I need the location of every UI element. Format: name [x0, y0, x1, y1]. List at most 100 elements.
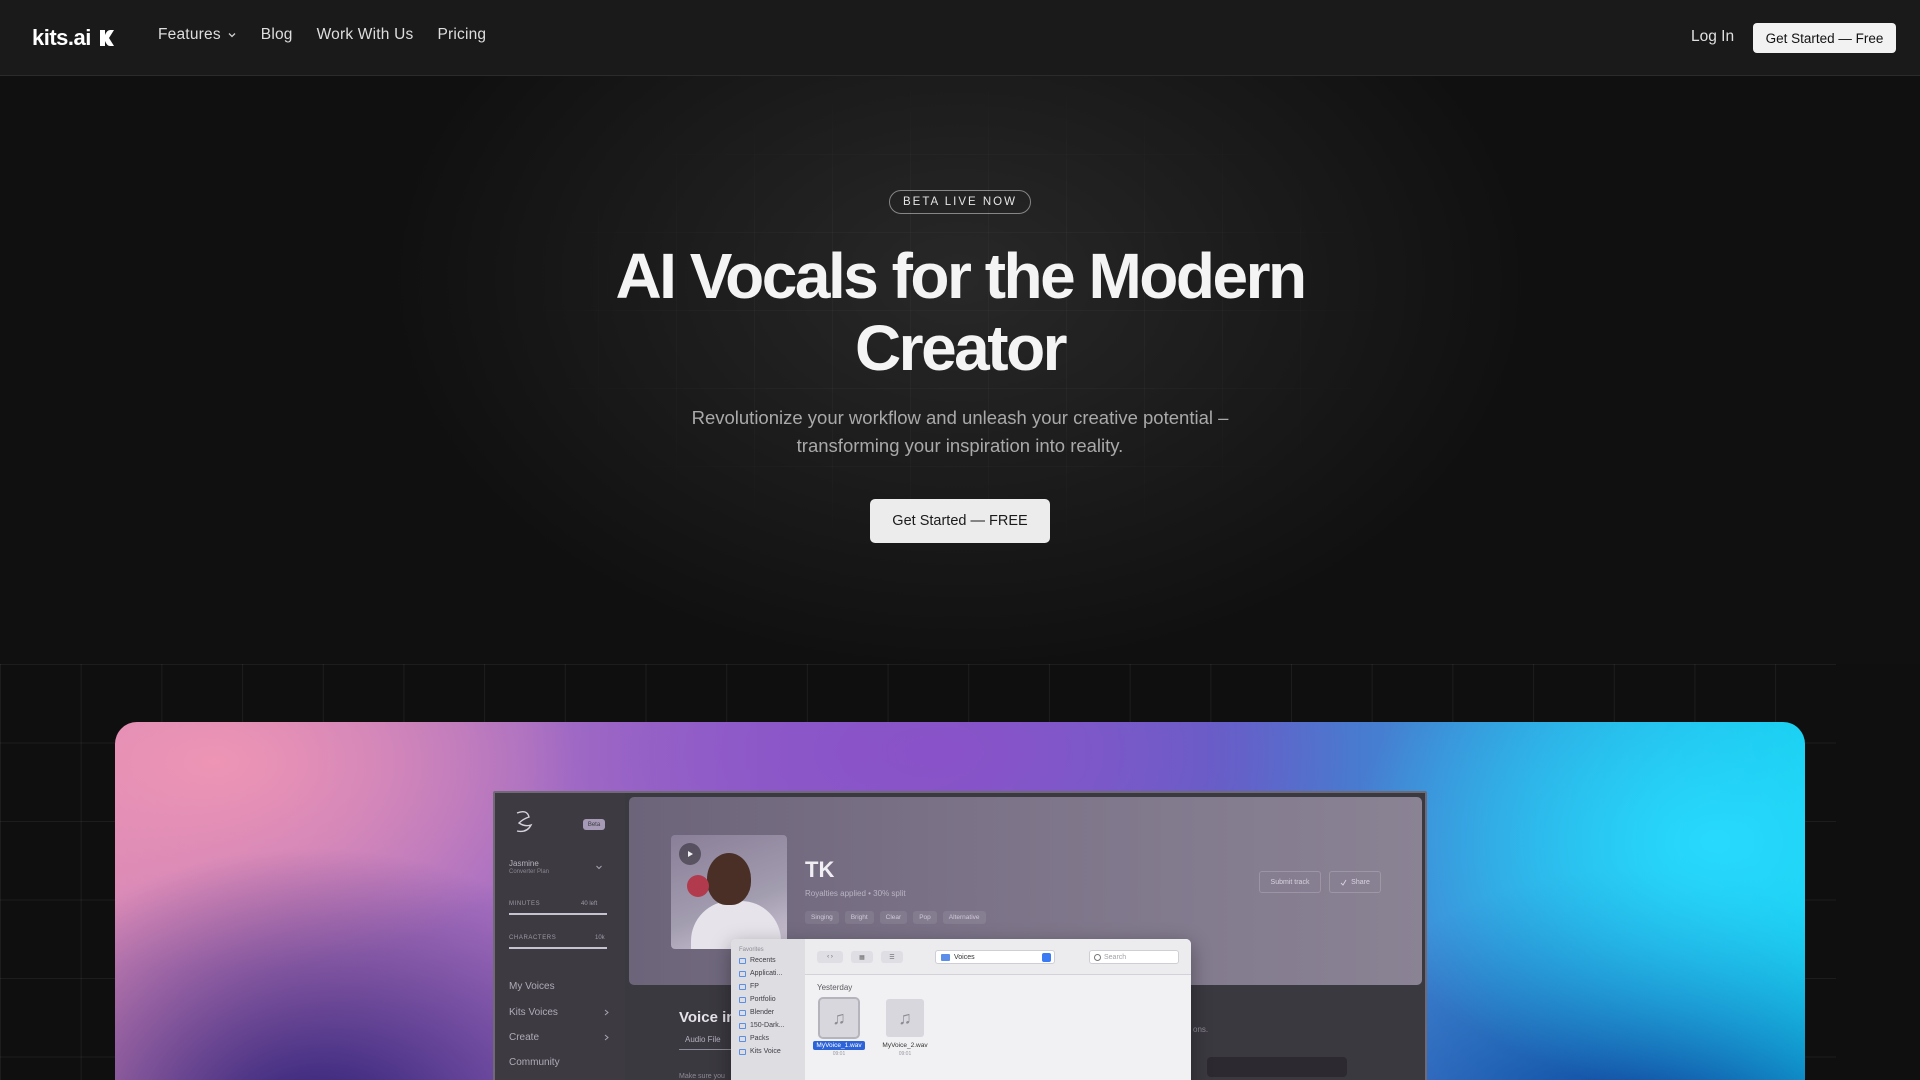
- hero-subhead-line2: transforming your inspiration into reali…: [796, 435, 1124, 456]
- app-preview-screenshot: Beta Jasmine Converter Plan MINUTES 40 l…: [493, 791, 1427, 1080]
- voice-section-title: Voice in: [679, 1009, 736, 1026]
- music-note-icon: ♫: [886, 999, 924, 1037]
- minutes-value: 40 left: [581, 901, 598, 907]
- search-placeholder: Search: [1104, 953, 1127, 961]
- finder-sidebar-item[interactable]: Portfolio: [739, 996, 776, 1003]
- share-button[interactable]: Share: [1329, 871, 1381, 893]
- nav-get-started-button[interactable]: Get Started — Free: [1753, 23, 1896, 53]
- file-time: 09:01: [898, 1051, 912, 1057]
- characters-bar: [509, 947, 607, 949]
- section-snippet: ons.: [1193, 1025, 1209, 1034]
- audio-file-tab[interactable]: Audio File: [685, 1035, 721, 1044]
- waveform: [1207, 1057, 1347, 1077]
- finder-sidebar-item[interactable]: Blender: [739, 1009, 774, 1016]
- hero-subhead: Revolutionize your workflow and unleash …: [640, 404, 1280, 460]
- file-picker-dialog: Favorites Recents Applicati... FP Portfo…: [731, 939, 1191, 1080]
- nav-link-blog[interactable]: Blog: [261, 26, 293, 44]
- tag: Alternative: [942, 911, 986, 924]
- chevron-down-icon[interactable]: [595, 863, 603, 871]
- microphone-shape: [687, 875, 709, 897]
- play-icon: [688, 851, 693, 857]
- clock-icon: [739, 957, 746, 964]
- finder-sidebar: Favorites Recents Applicati... FP Portfo…: [731, 939, 805, 1080]
- nav-links: Features Blog Work With Us Pricing: [158, 26, 486, 44]
- finder-item-label: Packs: [750, 1035, 770, 1042]
- applications-icon: [739, 970, 746, 977]
- hero-subhead-line1: Revolutionize your workflow and unleash …: [691, 407, 1229, 428]
- minutes-bar: [509, 913, 607, 915]
- arrange-button[interactable]: ☰: [881, 951, 903, 963]
- file-name: MyVoice_1.wav: [813, 1041, 865, 1050]
- side-nav-kits-voices[interactable]: Kits Voices: [509, 1007, 558, 1018]
- play-button[interactable]: [679, 843, 701, 865]
- nav-link-work-with-us[interactable]: Work With Us: [317, 26, 414, 44]
- photo-head: [707, 853, 751, 905]
- finder-item-label: FP: [750, 983, 759, 990]
- folder-icon: [739, 1009, 746, 1016]
- tag: Pop: [913, 911, 937, 924]
- chevron-right-icon: [604, 1009, 609, 1016]
- tag: Singing: [805, 911, 839, 924]
- folder-icon: [739, 996, 746, 1003]
- login-link[interactable]: Log In: [1691, 28, 1734, 46]
- side-nav-community[interactable]: Community: [509, 1057, 560, 1068]
- finder-sidebar-item[interactable]: Kits Voice: [739, 1048, 781, 1055]
- folder-name: Voices: [954, 953, 975, 961]
- logo-text: kits.ai: [32, 25, 91, 50]
- finder-item-label: 150-Dark...: [750, 1022, 785, 1029]
- nav-link-features[interactable]: Features: [158, 26, 237, 44]
- logo-link[interactable]: kits.ai: [32, 25, 115, 51]
- view-mode-button[interactable]: ▦: [851, 951, 873, 963]
- folder-popup[interactable]: Voices: [935, 950, 1055, 964]
- stepper-icon: [1042, 953, 1051, 962]
- back-forward-buttons[interactable]: ‹ ›: [817, 951, 843, 963]
- folder-icon: [739, 1048, 746, 1055]
- finder-item-label: Portfolio: [750, 996, 776, 1003]
- finder-search-input[interactable]: Search: [1089, 950, 1179, 964]
- folder-icon: [739, 1022, 746, 1029]
- side-nav-my-voices[interactable]: My Voices: [509, 981, 555, 992]
- finder-item-label: Recents: [750, 957, 776, 964]
- file-item[interactable]: ♫ MyVoice_1.wav 09:01: [813, 997, 865, 1059]
- artist-photo: [671, 835, 787, 949]
- hero-headline: AI Vocals for the Modern Creator: [460, 240, 1460, 384]
- user-name: Jasmine: [509, 859, 539, 868]
- finder-toolbar: ‹ › ▦ ☰ Voices Search: [805, 939, 1191, 975]
- favorites-title: Favorites: [739, 947, 764, 953]
- finder-sidebar-item[interactable]: Packs: [739, 1035, 769, 1042]
- artist-tags: Singing Bright Clear Pop Alternative: [805, 911, 986, 924]
- nav-link-pricing[interactable]: Pricing: [437, 26, 486, 44]
- app-logo-icon: [516, 810, 533, 833]
- tag: Bright: [844, 911, 874, 924]
- artist-name: TK: [805, 857, 835, 882]
- hero-headline-line1: AI Vocals for the Modern: [615, 240, 1307, 312]
- tag: Clear: [879, 911, 908, 924]
- finder-sidebar-item[interactable]: Recents: [739, 957, 776, 964]
- file-group-label: Yesterday: [817, 983, 853, 992]
- audio-note: Make sure you: [679, 1073, 725, 1080]
- finder-sidebar-item[interactable]: 150-Dark...: [739, 1022, 785, 1029]
- characters-label: CHARACTERS: [509, 935, 557, 941]
- hero-headline-line2: Creator: [854, 312, 1068, 384]
- finder-sidebar-item[interactable]: Applicati...: [739, 970, 782, 977]
- user-plan: Converter Plan: [509, 869, 550, 875]
- music-note-icon: ♫: [818, 997, 860, 1039]
- submit-track-button[interactable]: Submit track: [1259, 871, 1321, 893]
- app-sidebar: Beta Jasmine Converter Plan MINUTES 40 l…: [495, 793, 625, 1080]
- side-nav-create[interactable]: Create: [509, 1032, 539, 1043]
- folder-icon: [941, 954, 950, 961]
- share-icon: [1340, 879, 1347, 886]
- beta-badge: BETA LIVE NOW: [889, 190, 1031, 214]
- product-showcase: Beta Jasmine Converter Plan MINUTES 40 l…: [115, 722, 1805, 1080]
- hero-get-started-button[interactable]: Get Started — FREE: [870, 499, 1050, 543]
- search-icon: [1094, 954, 1101, 961]
- finder-sidebar-item[interactable]: FP: [739, 983, 759, 990]
- file-item[interactable]: ♫ MyVoice_2.wav 09:01: [879, 999, 931, 1059]
- artist-subtitle: Royalties applied • 30% split: [805, 889, 906, 898]
- top-navigation: kits.ai Features Blog Work With Us Prici…: [0, 0, 1920, 76]
- tab-underline: [679, 1049, 739, 1050]
- finder-item-label: Kits Voice: [750, 1048, 781, 1055]
- finder-item-label: Blender: [750, 1009, 775, 1016]
- minutes-label: MINUTES: [509, 901, 541, 907]
- chevron-down-icon: [228, 33, 236, 38]
